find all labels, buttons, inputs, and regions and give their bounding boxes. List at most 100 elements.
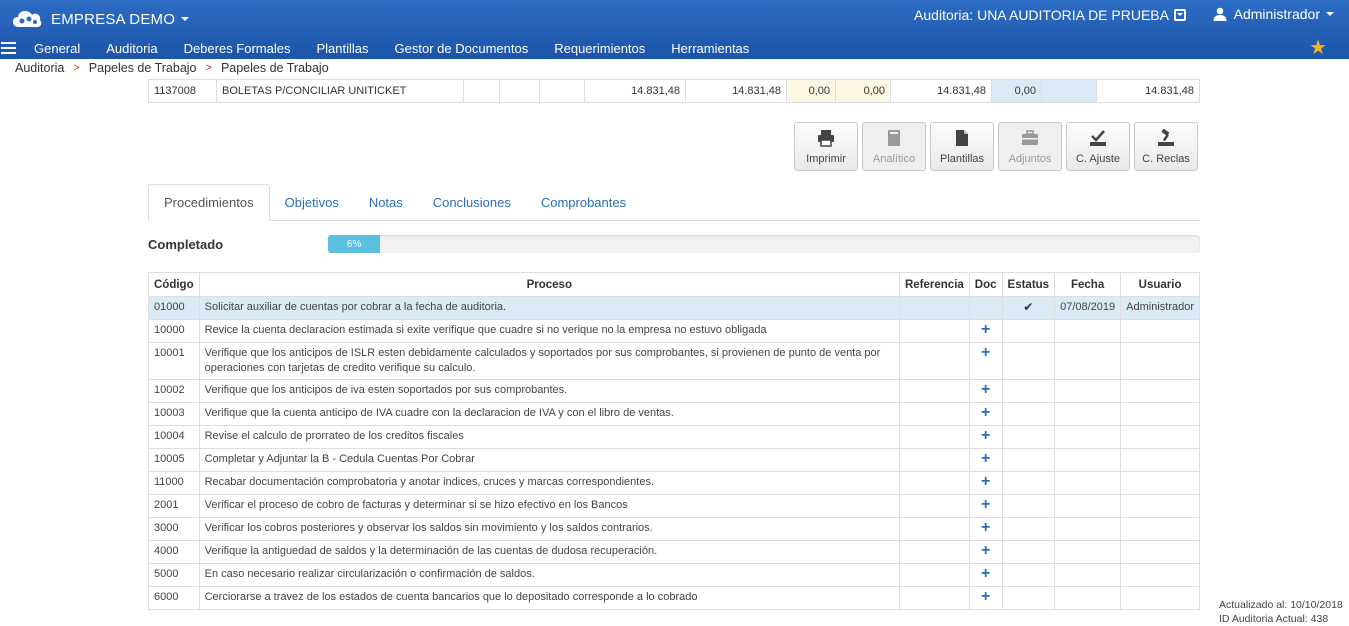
- nav-item-general[interactable]: General: [34, 41, 80, 56]
- col-header-usuario[interactable]: Usuario: [1120, 272, 1200, 297]
- tab-notas[interactable]: Notas: [354, 184, 418, 221]
- cell-fecha: [1054, 540, 1122, 564]
- table-row[interactable]: 10004 Revise el calculo de prorrateo de l…: [148, 425, 1200, 449]
- favorite-star-icon[interactable]: ★: [1309, 35, 1327, 60]
- cell-usuario: [1120, 425, 1200, 449]
- nav-item-auditoria[interactable]: Auditoria: [106, 41, 157, 56]
- analitico-button[interactable]: Analítico: [862, 122, 926, 171]
- table-header-row: Código Proceso Referencia Doc Estatus Fe…: [148, 272, 1200, 297]
- add-document-icon[interactable]: +: [981, 520, 990, 536]
- action-toolbar: Imprimir Analítico Plantillas Adjuntos C…: [794, 122, 1202, 171]
- add-document-icon[interactable]: +: [981, 589, 990, 605]
- table-row[interactable]: 3000 Verificar los cobros posteriores y o…: [148, 517, 1200, 541]
- table-row[interactable]: 10003 Verifique que la cuenta anticipo de…: [148, 402, 1200, 426]
- empty-cell: [1042, 80, 1097, 102]
- tab-objetivos[interactable]: Objetivos: [270, 184, 354, 221]
- cell-doc: +: [968, 563, 1003, 587]
- cell-referencia: [898, 448, 970, 472]
- tab-procedimientos[interactable]: Procedimientos: [148, 184, 270, 221]
- cell-proceso: Verifique la antiguedad de saldos y la d…: [198, 540, 900, 564]
- company-selector[interactable]: EMPRESA DEMO: [12, 7, 190, 31]
- plantillas-button[interactable]: Plantillas: [930, 122, 994, 171]
- cell-fecha: [1054, 471, 1122, 495]
- add-document-icon[interactable]: +: [981, 566, 990, 582]
- cell-codigo: 10005: [148, 448, 200, 472]
- table-row[interactable]: 2001 Verificar el proceso de cobro de fac…: [148, 494, 1200, 518]
- add-document-icon[interactable]: +: [981, 345, 990, 361]
- add-document-icon[interactable]: +: [981, 451, 990, 467]
- cell-codigo: 6000: [148, 586, 200, 610]
- add-document-icon[interactable]: +: [981, 543, 990, 559]
- ajuste-button[interactable]: C. Ajuste: [1066, 122, 1130, 171]
- check-tray-icon: [1090, 129, 1106, 146]
- nav-item-requerimientos[interactable]: Requerimientos: [554, 41, 645, 56]
- current-audit-selector[interactable]: Auditoria: UNA AUDITORIA DE PRUEBA: [914, 7, 1186, 23]
- col-header-doc[interactable]: Doc: [968, 272, 1003, 297]
- add-document-icon[interactable]: +: [981, 428, 990, 444]
- cell-estatus: [1001, 448, 1056, 472]
- col-header-codigo[interactable]: Código: [148, 272, 200, 297]
- cell-usuario: [1120, 563, 1200, 587]
- cell-doc: +: [968, 448, 1003, 472]
- cell-usuario: [1120, 540, 1200, 564]
- print-button[interactable]: Imprimir: [794, 122, 858, 171]
- table-row[interactable]: 4000 Verifique la antiguedad de saldos y …: [148, 540, 1200, 564]
- nav-item-herramientas[interactable]: Herramientas: [671, 41, 749, 56]
- breadcrumb-item[interactable]: Auditoria: [15, 61, 64, 75]
- nav-item-plantillas[interactable]: Plantillas: [317, 41, 369, 56]
- add-document-icon[interactable]: +: [981, 322, 990, 338]
- cell-doc: +: [968, 425, 1003, 449]
- empty-cell: [464, 80, 500, 102]
- col-header-fecha[interactable]: Fecha: [1054, 272, 1122, 297]
- col-header-estatus[interactable]: Estatus: [1001, 272, 1056, 297]
- cell-referencia: [898, 494, 970, 518]
- cell-fecha: [1054, 563, 1122, 587]
- table-row[interactable]: 10005 Completar y Adjuntar la B - Cedula …: [148, 448, 1200, 472]
- cell-fecha: [1054, 319, 1122, 343]
- hamburger-menu-icon[interactable]: [1, 42, 16, 54]
- table-row[interactable]: 10001 Verifique que los anticipos de ISLR…: [148, 342, 1200, 380]
- table-row[interactable]: 10000 Revice la cuenta declaracion estima…: [148, 319, 1200, 343]
- col-header-referencia[interactable]: Referencia: [898, 272, 970, 297]
- cell-proceso: Recabar documentación comprobatoria y an…: [198, 471, 900, 495]
- cell-doc: +: [968, 319, 1003, 343]
- breadcrumb-item[interactable]: Papeles de Trabajo: [89, 61, 197, 75]
- cell-doc: +: [968, 586, 1003, 610]
- table-row[interactable]: 01000 Solicitar auxiliar de cuentas por c…: [148, 296, 1200, 320]
- cell-doc: +: [968, 379, 1003, 403]
- cell-doc: +: [968, 342, 1003, 380]
- account-description: BOLETAS P/CONCILIAR UNITICKET: [217, 80, 464, 102]
- add-document-icon[interactable]: +: [981, 497, 990, 513]
- nav-item-gestor-documentos[interactable]: Gestor de Documentos: [395, 41, 529, 56]
- table-row[interactable]: 6000 Cerciorarse a travez de los estados …: [148, 586, 1200, 610]
- cell-fecha: [1054, 494, 1122, 518]
- adjuntos-button[interactable]: Adjuntos: [998, 122, 1062, 171]
- chevron-right-icon: >: [205, 62, 212, 74]
- tab-comprobantes[interactable]: Comprobantes: [526, 184, 641, 221]
- cell-estatus: [1001, 471, 1056, 495]
- plantillas-label: Plantillas: [939, 152, 985, 165]
- reclas-label: C. Reclas: [1142, 152, 1190, 165]
- account-code: 1137008: [149, 80, 217, 102]
- book-icon: [888, 129, 900, 146]
- tab-conclusiones[interactable]: Conclusiones: [418, 184, 526, 221]
- table-row[interactable]: 5000 En caso necesario realizar circulari…: [148, 563, 1200, 587]
- cell-referencia: [898, 402, 970, 426]
- add-document-icon[interactable]: +: [981, 474, 990, 490]
- cell-usuario: [1120, 586, 1200, 610]
- add-document-icon[interactable]: +: [981, 382, 990, 398]
- user-menu[interactable]: Administrador: [1213, 6, 1334, 22]
- table-row[interactable]: 10002 Verifique que los anticipos de iva …: [148, 379, 1200, 403]
- col-header-proceso[interactable]: Proceso: [198, 272, 900, 297]
- cell-fecha: [1054, 402, 1122, 426]
- breadcrumb-current: Papeles de Trabajo: [220, 61, 329, 75]
- account-summary-row: 1137008 BOLETAS P/CONCILIAR UNITICKET 14…: [148, 79, 1200, 103]
- reclas-button[interactable]: C. Reclas: [1134, 122, 1198, 171]
- cell-fecha: [1054, 342, 1122, 380]
- cell-estatus: [1001, 586, 1056, 610]
- table-row[interactable]: 11000 Recabar documentación comprobatoria…: [148, 471, 1200, 495]
- nav-item-deberes-formales[interactable]: Deberes Formales: [184, 41, 291, 56]
- amount-cell: 14.831,48: [1145, 85, 1194, 97]
- cell-proceso: Completar y Adjuntar la B - Cedula Cuent…: [198, 448, 900, 472]
- add-document-icon[interactable]: +: [981, 405, 990, 421]
